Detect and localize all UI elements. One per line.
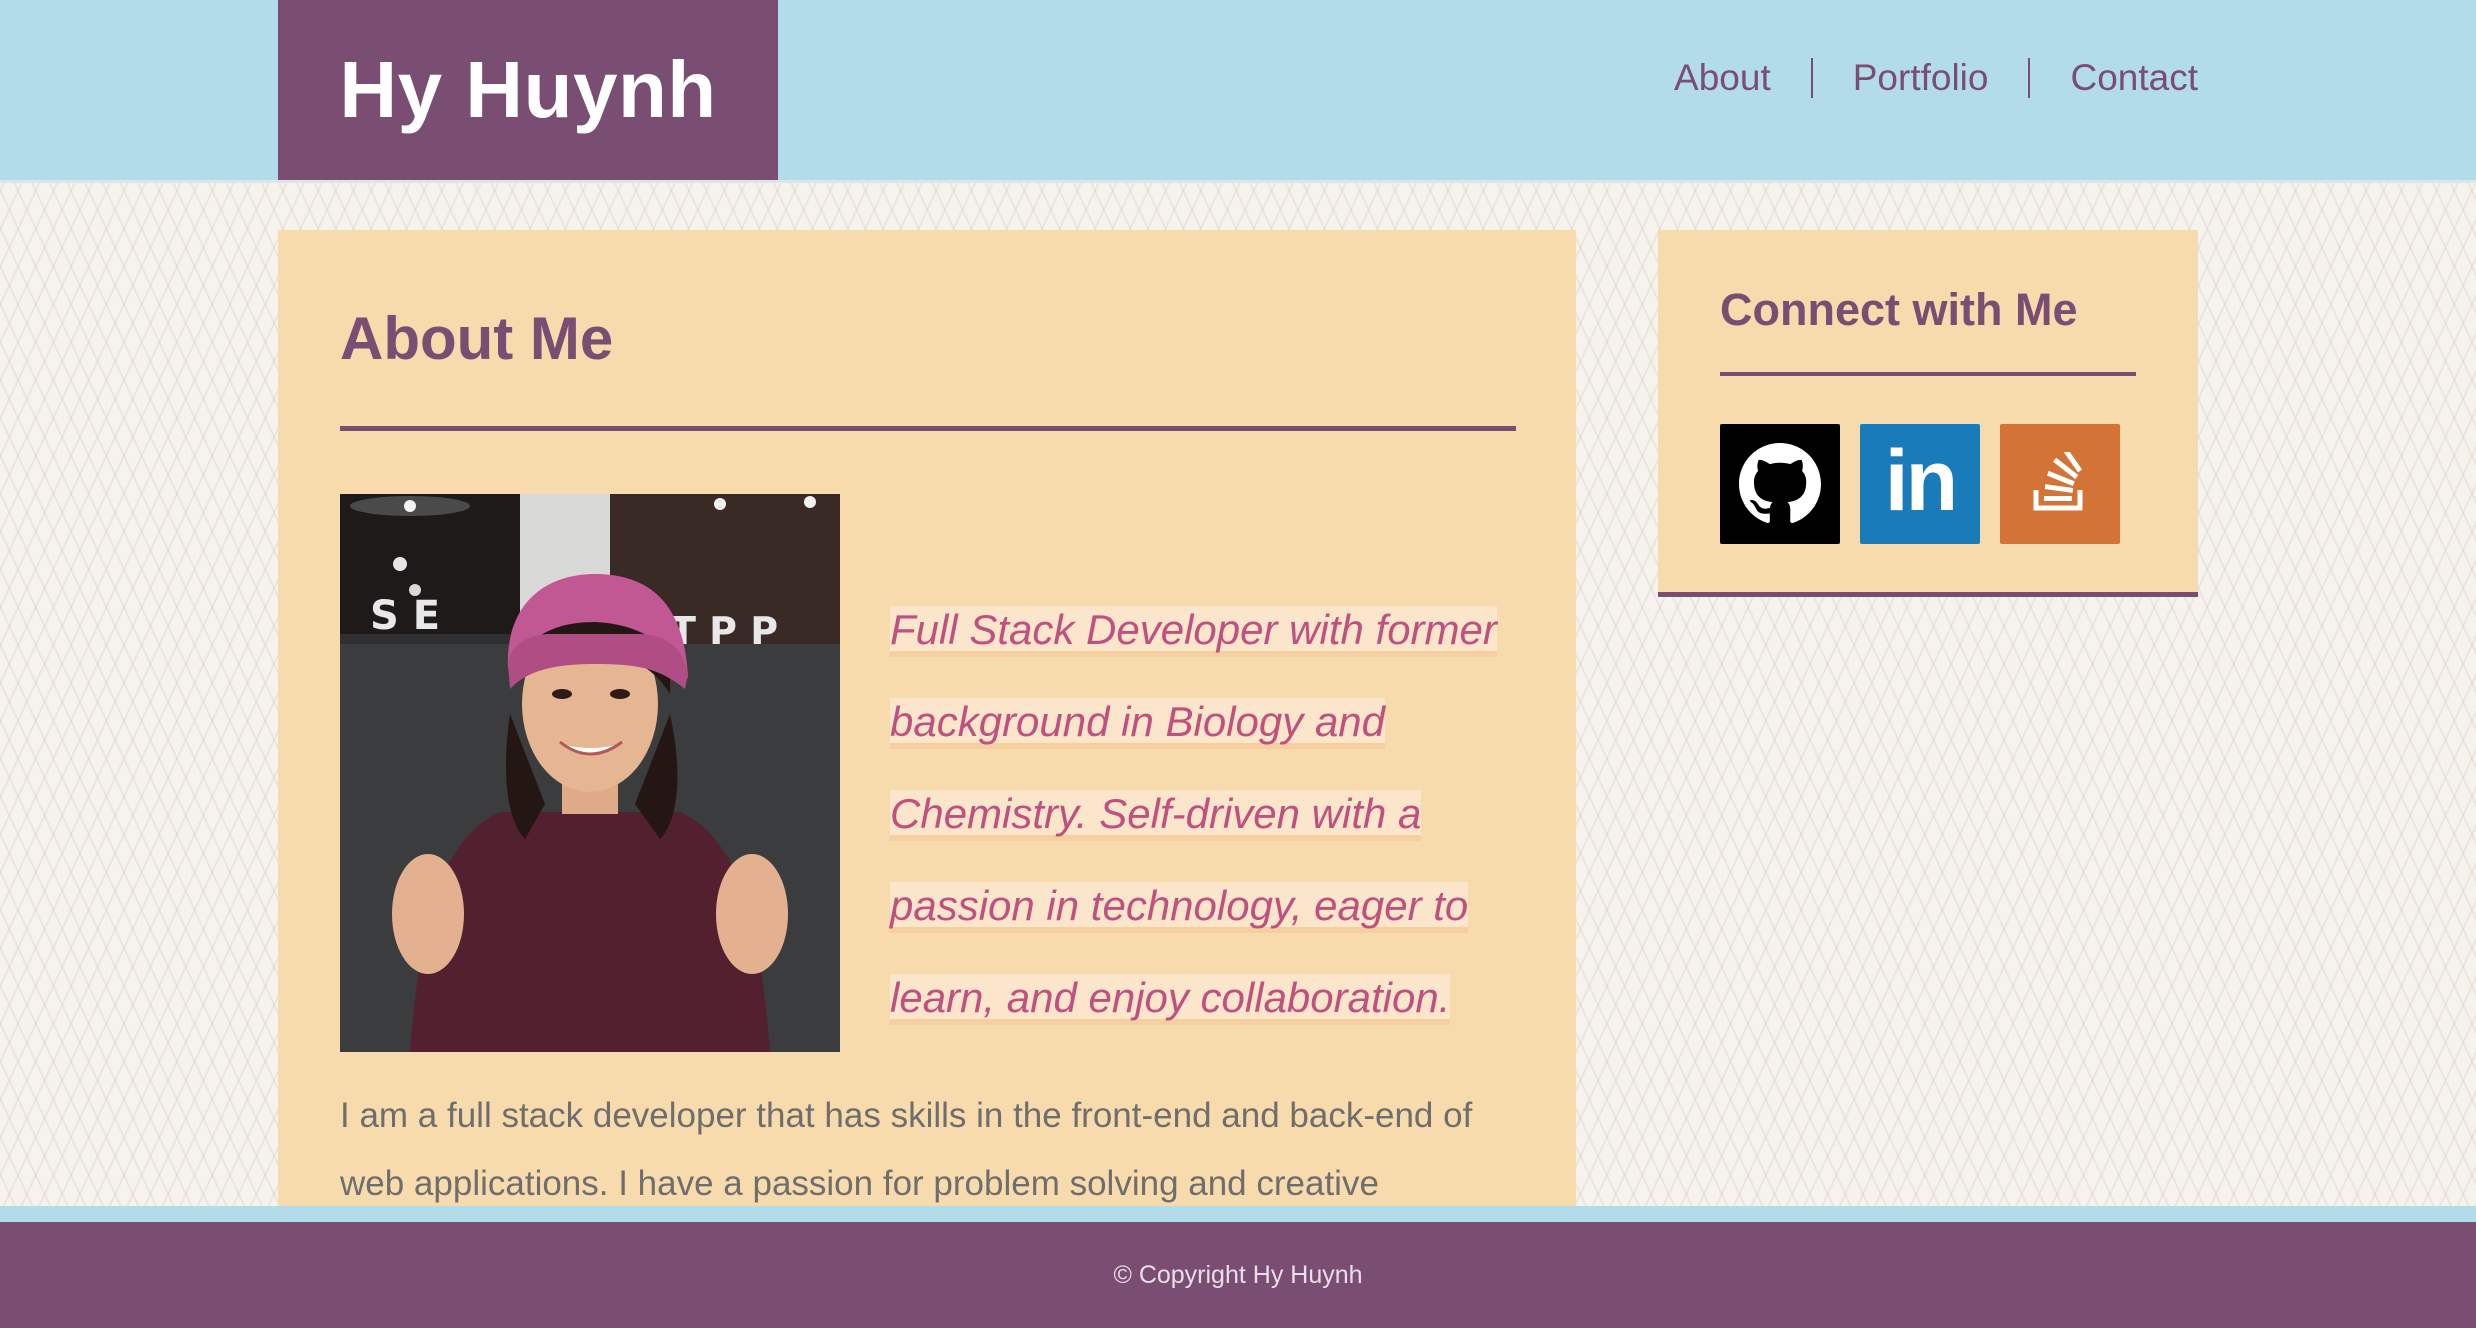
copyright-text: © Copyright Hy Huynh	[1113, 1260, 1363, 1289]
github-link[interactable]	[1720, 424, 1840, 544]
about-title: About Me	[340, 305, 614, 372]
connect-title: Connect with Me	[1720, 284, 2078, 335]
site-footer: © Copyright Hy Huynh	[0, 1222, 2476, 1328]
nav-link-portfolio[interactable]: Portfolio	[1810, 58, 2029, 98]
footer-accent-strip	[0, 1206, 2476, 1222]
tagline: Full Stack Developer with former backgro…	[890, 584, 1510, 1044]
svg-text:S E: S E	[370, 593, 440, 639]
connect-divider	[1720, 372, 2136, 376]
github-icon	[1739, 443, 1821, 523]
about-card: About Me S E T P P Full Stack Developer …	[278, 230, 1576, 1210]
linkedin-icon: in	[1884, 432, 1958, 529]
tagline-text: Full Stack Developer with former backgro…	[890, 606, 1497, 1025]
about-divider	[340, 426, 1516, 431]
bio-text: I am a full stack developer that has ski…	[340, 1096, 1473, 1203]
linkedin-link[interactable]: in	[1860, 424, 1980, 544]
nav-link-contact[interactable]: Contact	[2028, 58, 2198, 98]
brand-name[interactable]: Hy Huynh	[339, 44, 716, 136]
site-header: Hy Huynh About Portfolio Contact	[0, 0, 2476, 183]
stackoverflow-link[interactable]	[2000, 424, 2120, 544]
main-nav: About Portfolio Contact	[1634, 58, 2198, 98]
connect-card: Connect with Me in	[1658, 230, 2198, 597]
nav-link-about[interactable]: About	[1634, 58, 1811, 98]
brand-logo[interactable]: Hy Huynh	[278, 0, 778, 180]
stackoverflow-icon	[2033, 452, 2083, 511]
profile-photo: S E T P P	[340, 494, 840, 1052]
